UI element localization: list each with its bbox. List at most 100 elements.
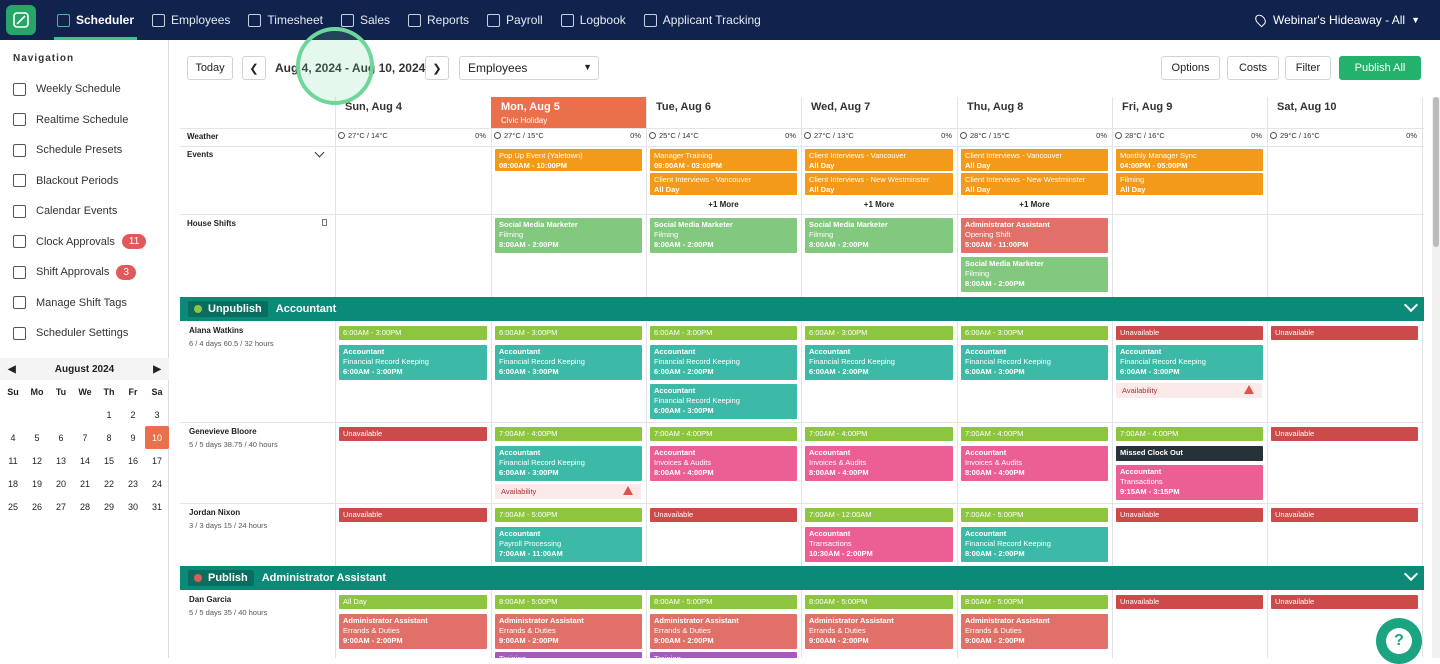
chevron-down-icon[interactable]	[314, 147, 325, 158]
employee-info[interactable]: Jordan Nixon 3 / 3 days 15 / 24 hours	[189, 508, 267, 530]
prev-week-button[interactable]: ❮	[242, 56, 266, 80]
shift-block[interactable]: Accountant Financial Record Keeping 6:00AM…	[339, 345, 487, 380]
availability-bar[interactable]: 8:00AM - 5:00PM	[961, 595, 1108, 609]
calendar-day[interactable]: 9	[121, 426, 145, 449]
event-block[interactable]: Manager Training 09:00AM - 03:00PM	[650, 149, 797, 171]
more-events-link[interactable]: +1 More	[957, 200, 1112, 209]
view-select[interactable]: Employees ▼	[459, 56, 599, 80]
calendar-day[interactable]: 23	[121, 472, 145, 495]
availability-bar[interactable]: 7:00AM - 12:00AM	[805, 508, 953, 522]
sidebar-item-blackout-periods[interactable]: Blackout Periods	[0, 166, 168, 197]
availability-bar[interactable]: 6:00AM - 3:00PM	[650, 326, 797, 340]
availability-bar[interactable]: 6:00AM - 3:00PM	[961, 326, 1108, 340]
sidebar-item-schedule-presets[interactable]: Schedule Presets	[0, 135, 168, 166]
unavailable-bar[interactable]: Unavailable	[1271, 427, 1418, 441]
day-header[interactable]: Sat, Aug 10	[1267, 97, 1422, 128]
calendar-day[interactable]: 27	[49, 495, 73, 518]
scrollbar[interactable]	[1432, 97, 1440, 658]
calendar-day[interactable]: 4	[1, 426, 25, 449]
unavailable-bar[interactable]: Unavailable	[1116, 326, 1263, 340]
calendar-day[interactable]: 15	[97, 449, 121, 472]
unpublish-button[interactable]: Unpublish	[188, 301, 268, 317]
calendar-day[interactable]: 16	[121, 449, 145, 472]
pin-icon[interactable]	[322, 219, 327, 226]
shift-block[interactable]: Accountant Financial Record Keeping 8:00AM…	[961, 527, 1108, 562]
unavailable-bar[interactable]: Unavailable	[339, 427, 487, 441]
app-logo[interactable]	[6, 5, 36, 35]
next-week-button[interactable]: ❯	[425, 56, 449, 80]
shift-block[interactable]: Accountant Financial Record Keeping 6:00AM…	[805, 345, 953, 380]
shift-block[interactable]: Accountant Financial Record Keeping 6:00AM…	[1116, 345, 1263, 380]
availability-bar[interactable]: 6:00AM - 3:00PM	[495, 326, 642, 340]
sidebar-item-clock-approvals[interactable]: Clock Approvals 11	[0, 227, 168, 258]
sidebar-item-scheduler-settings[interactable]: Scheduler Settings	[0, 318, 168, 349]
day-header[interactable]: Thu, Aug 8	[957, 97, 1112, 128]
shift-block[interactable]: Accountant Invoices & Audits 8:00AM - 4:00…	[805, 446, 953, 481]
shift-block[interactable]: Administrator Assistant Errands & Duties 9…	[650, 614, 797, 649]
availability-warning[interactable]: Availability	[495, 484, 641, 499]
availability-bar[interactable]: 7:00AM - 4:00PM	[805, 427, 953, 441]
availability-bar[interactable]: 6:00AM - 3:00PM	[339, 326, 487, 340]
calendar-day[interactable]: 14	[73, 449, 97, 472]
more-events-link[interactable]: +1 More	[801, 200, 957, 209]
shift-block[interactable]: Administrator Assistant Errands & Duties 9…	[805, 614, 953, 649]
calendar-day[interactable]: 29	[97, 495, 121, 518]
event-block[interactable]: Client Interviews - New Westminster All D…	[805, 173, 953, 195]
shift-block[interactable]: Accountant Invoices & Audits 8:00AM - 4:00…	[650, 446, 797, 481]
nav-payroll[interactable]: Payroll	[478, 0, 552, 40]
availability-bar[interactable]: 6:00AM - 3:00PM	[805, 326, 953, 340]
shift-block[interactable]: Accountant Invoices & Audits 8:00AM - 4:00…	[961, 446, 1108, 481]
unavailable-bar[interactable]: Unavailable	[1271, 508, 1418, 522]
calendar-day[interactable]: 10	[145, 426, 169, 449]
nav-scheduler[interactable]: Scheduler	[48, 0, 143, 40]
calendar-day[interactable]: 18	[1, 472, 25, 495]
nav-applicant-tracking[interactable]: Applicant Tracking	[635, 0, 770, 40]
availability-bar[interactable]: 7:00AM - 4:00PM	[1116, 427, 1263, 441]
filter-button[interactable]: Filter	[1285, 56, 1331, 80]
sidebar-item-shift-approvals[interactable]: Shift Approvals 3	[0, 257, 168, 288]
calendar-day[interactable]: 24	[145, 472, 169, 495]
calendar-day[interactable]: 7	[73, 426, 97, 449]
availability-bar[interactable]: 7:00AM - 4:00PM	[495, 427, 642, 441]
missed-clock-out[interactable]: Missed Clock Out	[1116, 446, 1263, 461]
availability-bar[interactable]: All Day	[339, 595, 487, 609]
day-header[interactable]: Tue, Aug 6	[646, 97, 801, 128]
calendar-day[interactable]: 1	[97, 403, 121, 426]
house-shift-block[interactable]: Social Media Marketer Filming 8:00AM - 2:0…	[650, 218, 797, 253]
shift-block[interactable]: Accountant Financial Record Keeping 6:00AM…	[650, 384, 797, 419]
employee-info[interactable]: Dan Garcia 5 / 5 days 35 / 40 hours	[189, 595, 267, 617]
availability-bar[interactable]: 8:00AM - 5:00PM	[495, 595, 642, 609]
nav-logbook[interactable]: Logbook	[552, 0, 635, 40]
calendar-day[interactable]: 3	[145, 403, 169, 426]
shift-block[interactable]: Administrator Assistant Errands & Duties 9…	[339, 614, 487, 649]
shift-block[interactable]: Accountant Financial Record Keeping 6:00AM…	[961, 345, 1108, 380]
shift-block[interactable]: Accountant Transactions 10:30AM - 2:00PM	[805, 527, 953, 562]
calendar-day[interactable]: 17	[145, 449, 169, 472]
unavailable-bar[interactable]: Unavailable	[1271, 326, 1418, 340]
unavailable-bar[interactable]: Unavailable	[1116, 595, 1263, 609]
unavailable-bar[interactable]: Unavailable	[1271, 595, 1418, 609]
calendar-day[interactable]: 20	[49, 472, 73, 495]
shift-block[interactable]: Administrator Assistant Errands & Duties 9…	[495, 614, 642, 649]
sidebar-item-realtime-schedule[interactable]: Realtime Schedule	[0, 105, 168, 136]
calendar-day[interactable]: 30	[121, 495, 145, 518]
publish-button[interactable]: Publish	[188, 570, 254, 586]
nav-reports[interactable]: Reports	[399, 0, 478, 40]
calendar-day[interactable]: 2	[121, 403, 145, 426]
event-block[interactable]: Client Interviews - New Westminster All D…	[961, 173, 1108, 195]
location-selector[interactable]: Webinar's Hideaway - All ▼	[1253, 0, 1420, 40]
availability-bar[interactable]: 8:00AM - 5:00PM	[650, 595, 797, 609]
availability-bar[interactable]: 8:00AM - 5:00PM	[805, 595, 953, 609]
shift-block[interactable]: Accountant Financial Record Keeping 6:00AM…	[495, 345, 642, 380]
shift-block[interactable]: Accountant Payroll Processing 7:00AM - 11:…	[495, 527, 642, 562]
calendar-day[interactable]: 13	[49, 449, 73, 472]
sidebar-item-manage-shift-tags[interactable]: Manage Shift Tags	[0, 288, 168, 319]
day-header[interactable]: Wed, Aug 7	[801, 97, 957, 128]
prev-month-icon[interactable]: ◀	[8, 364, 16, 375]
calendar-day[interactable]: 12	[25, 449, 49, 472]
event-block[interactable]: Client Interviews - Vancouver All Day	[961, 149, 1108, 171]
options-button[interactable]: Options	[1161, 56, 1220, 80]
event-block[interactable]: Monthly Manager Sync 04:00PM - 05:00PM	[1116, 149, 1263, 171]
availability-bar[interactable]: 7:00AM - 4:00PM	[961, 427, 1108, 441]
day-header[interactable]: Mon, Aug 5 Civic Holiday	[491, 97, 646, 128]
